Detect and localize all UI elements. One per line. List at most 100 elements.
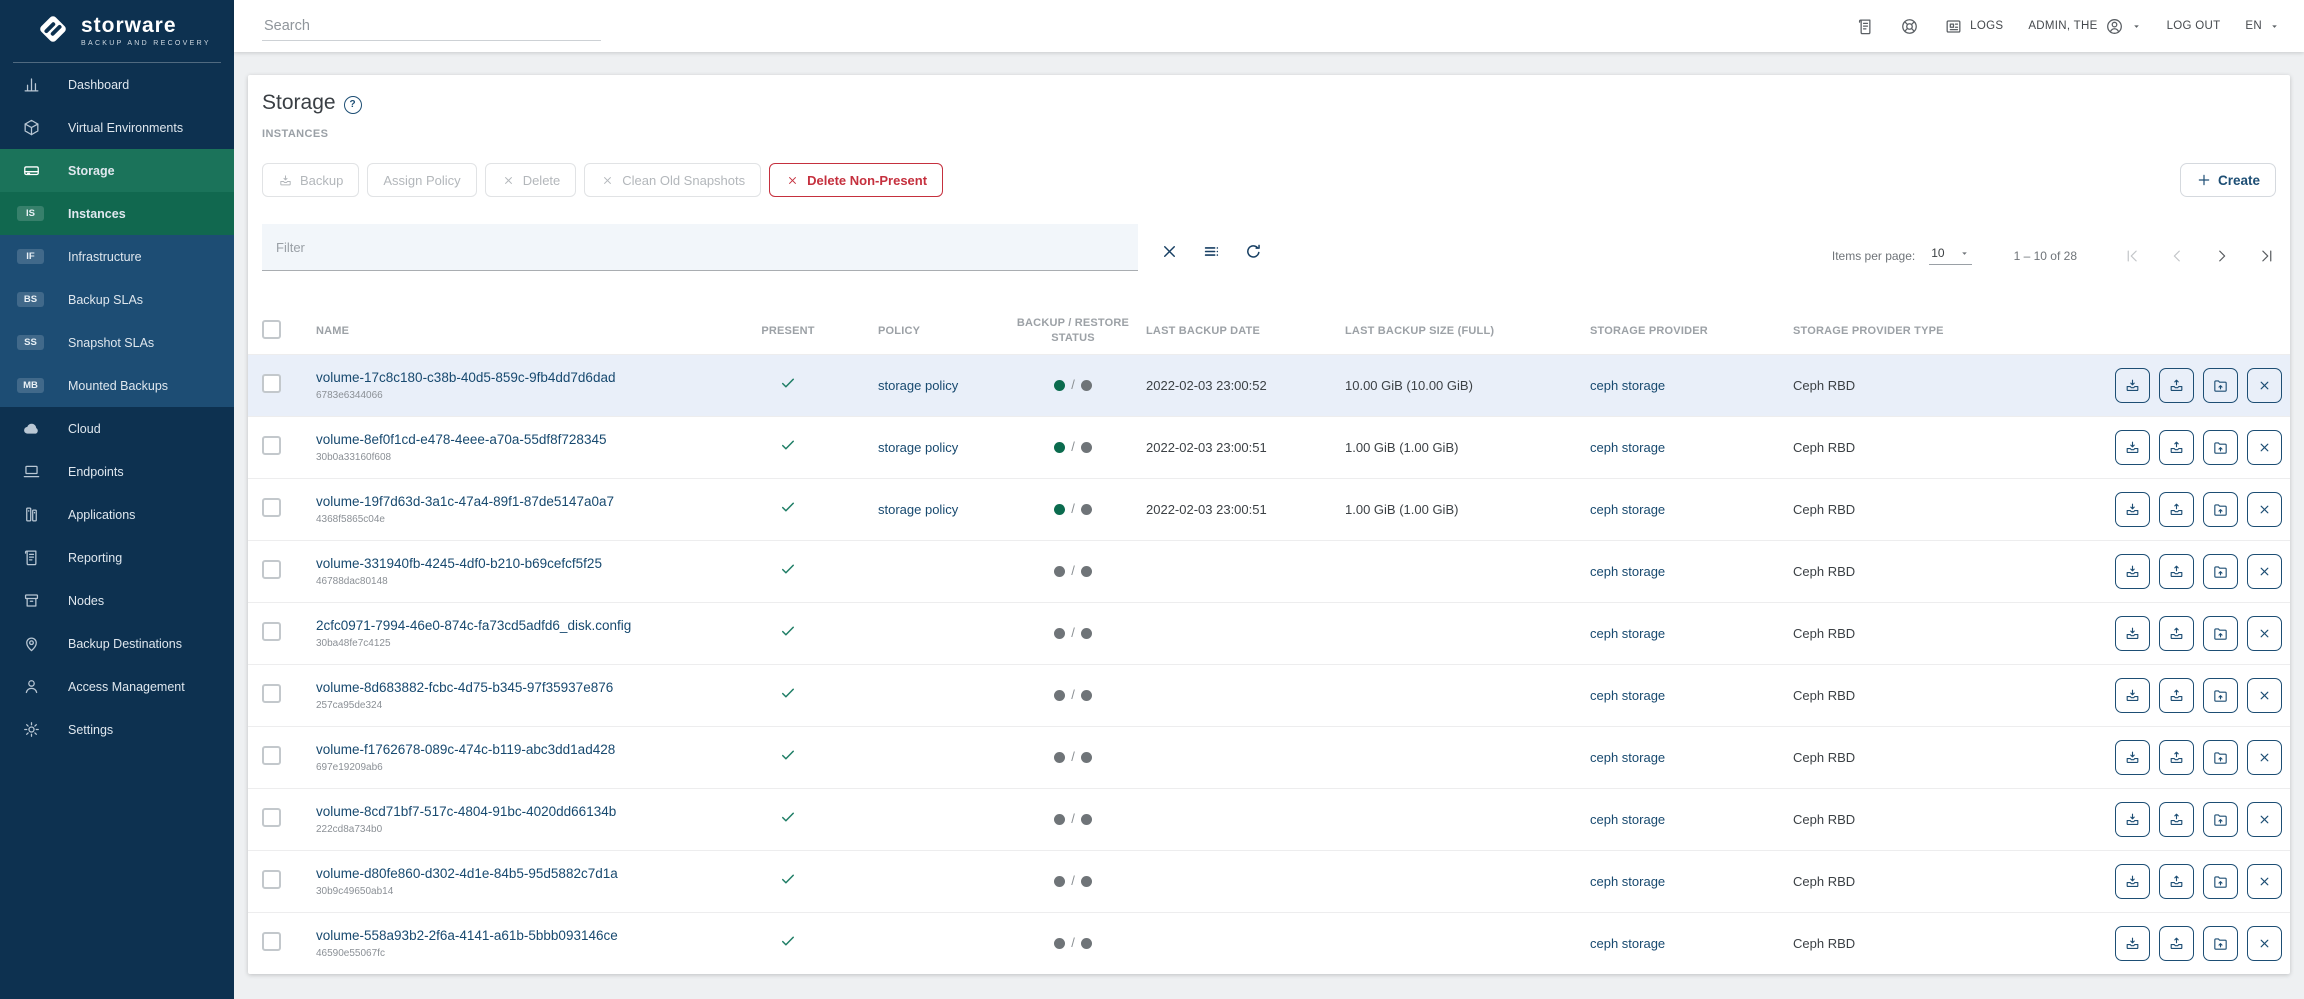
sidebar-item-access-management[interactable]: Access Management (0, 665, 234, 708)
delete-button[interactable] (2247, 678, 2282, 713)
sidebar-item-applications[interactable]: Applications (0, 493, 234, 536)
instance-name-link[interactable]: volume-d80fe860-d302-4d1e-84b5-95d5882c7… (316, 866, 753, 881)
backup-button[interactable] (2115, 492, 2150, 527)
sidebar-item-dashboard[interactable]: Dashboard (0, 63, 234, 106)
column-header-present[interactable]: PRESENT (753, 325, 823, 337)
row-checkbox[interactable] (262, 622, 281, 641)
policy-link[interactable]: storage policy (878, 440, 958, 455)
storage-provider-link[interactable]: ceph storage (1590, 502, 1665, 517)
backup-button[interactable] (2115, 368, 2150, 403)
mount-button[interactable] (2203, 616, 2238, 651)
storage-provider-link[interactable]: ceph storage (1590, 936, 1665, 951)
mount-button[interactable] (2203, 864, 2238, 899)
column-header-last-backup-date[interactable]: LAST BACKUP DATE (1133, 325, 1333, 337)
sidebar-item-nodes[interactable]: Nodes (0, 579, 234, 622)
row-checkbox[interactable] (262, 374, 281, 393)
mount-button[interactable] (2203, 678, 2238, 713)
sidebar-item-cloud[interactable]: Cloud (0, 407, 234, 450)
storage-provider-link[interactable]: ceph storage (1590, 874, 1665, 889)
delete-button[interactable] (2247, 926, 2282, 961)
logout-button[interactable]: LOG OUT (2167, 20, 2221, 32)
instance-name-link[interactable]: volume-8d683882-fcbc-4d75-b345-97f35937e… (316, 680, 753, 695)
delete-button[interactable] (2247, 368, 2282, 403)
sidebar-item-infrastructure[interactable]: IFInfrastructure (0, 235, 234, 278)
column-header-policy[interactable]: POLICY (823, 325, 1013, 337)
row-checkbox[interactable] (262, 498, 281, 517)
mount-button[interactable] (2203, 802, 2238, 837)
refresh-icon[interactable] (1244, 242, 1263, 261)
mount-button[interactable] (2203, 368, 2238, 403)
filter-input[interactable] (262, 240, 1138, 255)
clean-old-snapshots-button[interactable]: Clean Old Snapshots (584, 163, 761, 197)
brand-logo[interactable]: storware BACKUP AND RECOVERY (13, 0, 221, 63)
page-size-select[interactable]: 10 (1929, 246, 1971, 265)
sidebar-item-endpoints[interactable]: Endpoints (0, 450, 234, 493)
sidebar-item-snapshot-slas[interactable]: SSSnapshot SLAs (0, 321, 234, 364)
delete-button[interactable] (2247, 492, 2282, 527)
row-checkbox[interactable] (262, 436, 281, 455)
backup-button[interactable] (2115, 926, 2150, 961)
restore-button[interactable] (2159, 740, 2194, 775)
column-header-storage-provider-type[interactable]: STORAGE PROVIDER TYPE (1780, 325, 1960, 337)
storage-provider-link[interactable]: ceph storage (1590, 688, 1665, 703)
delete-button[interactable] (2247, 802, 2282, 837)
column-header-backup-restore-status[interactable]: BACKUP / RESTORE STATUS (1013, 316, 1133, 347)
restore-button[interactable] (2159, 492, 2194, 527)
restore-button[interactable] (2159, 864, 2194, 899)
mount-button[interactable] (2203, 554, 2238, 589)
backup-button[interactable] (2115, 864, 2150, 899)
instance-name-link[interactable]: 2cfc0971-7994-46e0-874c-fa73cd5adfd6_dis… (316, 618, 753, 633)
instance-name-link[interactable]: volume-558a93b2-2f6a-4141-a61b-5bbb09314… (316, 928, 753, 943)
backup-button[interactable] (2115, 678, 2150, 713)
backup-button[interactable] (2115, 616, 2150, 651)
sidebar-item-virtual-environments[interactable]: Virtual Environments (0, 106, 234, 149)
sidebar-item-instances[interactable]: ISInstances (0, 192, 234, 235)
restore-button[interactable] (2159, 430, 2194, 465)
mount-button[interactable] (2203, 740, 2238, 775)
restore-button[interactable] (2159, 678, 2194, 713)
sidebar-item-mounted-backups[interactable]: MBMounted Backups (0, 364, 234, 407)
instance-name-link[interactable]: volume-f1762678-089c-474c-b119-abc3dd1ad… (316, 742, 753, 757)
storage-provider-link[interactable]: ceph storage (1590, 440, 1665, 455)
delete-non-present-button[interactable]: Delete Non-Present (769, 163, 943, 197)
instance-name-link[interactable]: volume-331940fb-4245-4df0-b210-b69cefcf5… (316, 556, 753, 571)
storage-provider-link[interactable]: ceph storage (1590, 564, 1665, 579)
row-checkbox[interactable] (262, 560, 281, 579)
report-icon[interactable] (1856, 17, 1875, 36)
instance-name-link[interactable]: volume-8cd71bf7-517c-4804-91bc-4020dd661… (316, 804, 753, 819)
sidebar-item-storage[interactable]: Storage (0, 149, 234, 192)
column-header-last-backup-size-full[interactable]: LAST BACKUP SIZE (FULL) (1333, 325, 1578, 337)
delete-button[interactable] (2247, 554, 2282, 589)
policy-link[interactable]: storage policy (878, 502, 958, 517)
select-all-checkbox[interactable] (262, 320, 281, 339)
column-header-name[interactable]: NAME (302, 325, 753, 337)
delete-button[interactable] (2247, 430, 2282, 465)
help-icon[interactable]: ? (344, 96, 362, 114)
policy-link[interactable]: storage policy (878, 378, 958, 393)
instance-name-link[interactable]: volume-8ef0f1cd-e478-4eee-a70a-55df8f728… (316, 432, 753, 447)
mount-button[interactable] (2203, 926, 2238, 961)
logs-button[interactable]: LOGS (1944, 17, 2003, 36)
storage-provider-link[interactable]: ceph storage (1590, 812, 1665, 827)
backup-button[interactable] (2115, 554, 2150, 589)
backup-button[interactable] (2115, 740, 2150, 775)
delete-button[interactable]: Delete (485, 163, 577, 197)
storage-provider-link[interactable]: ceph storage (1590, 750, 1665, 765)
restore-button[interactable] (2159, 802, 2194, 837)
sidebar-item-settings[interactable]: Settings (0, 708, 234, 751)
clear-filter-icon[interactable] (1160, 242, 1179, 261)
backup-button[interactable]: Backup (262, 163, 359, 197)
row-checkbox[interactable] (262, 932, 281, 951)
restore-button[interactable] (2159, 368, 2194, 403)
storage-provider-link[interactable]: ceph storage (1590, 626, 1665, 641)
language-selector[interactable]: EN (2245, 20, 2280, 32)
user-menu-button[interactable]: ADMIN, THE (2028, 17, 2141, 36)
row-checkbox[interactable] (262, 746, 281, 765)
backup-button[interactable] (2115, 430, 2150, 465)
instance-name-link[interactable]: volume-19f7d63d-3a1c-47a4-89f1-87de5147a… (316, 494, 753, 509)
page-last-icon[interactable] (2258, 247, 2276, 265)
mount-button[interactable] (2203, 430, 2238, 465)
sidebar-item-reporting[interactable]: Reporting (0, 536, 234, 579)
row-checkbox[interactable] (262, 808, 281, 827)
restore-button[interactable] (2159, 554, 2194, 589)
